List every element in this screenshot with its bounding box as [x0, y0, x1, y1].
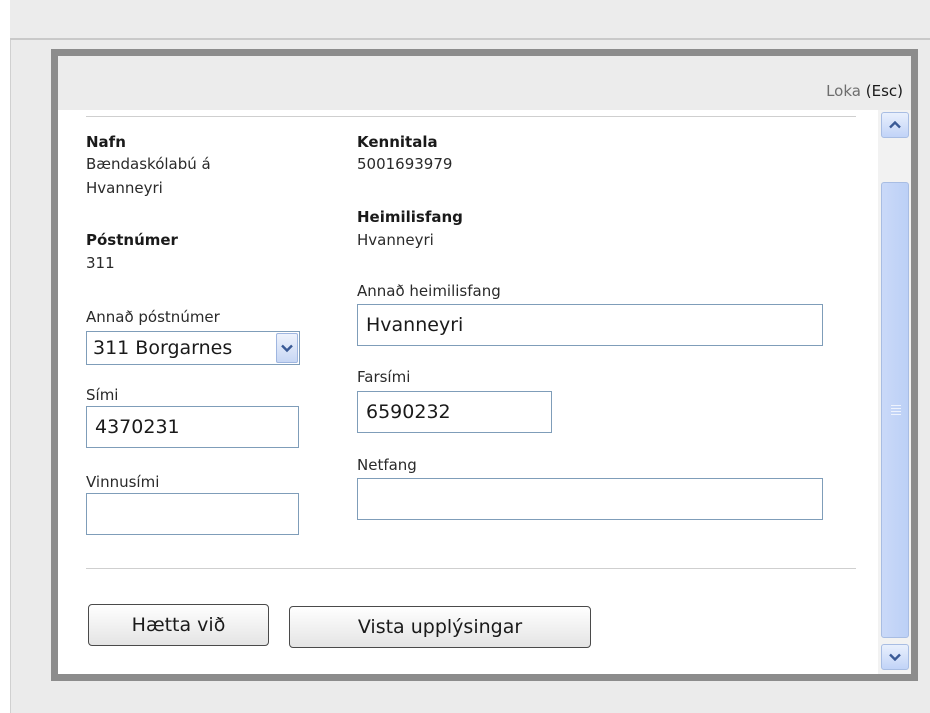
footer-divider	[86, 568, 856, 569]
page-topbar	[10, 0, 930, 40]
phone-input[interactable]	[86, 406, 299, 448]
postal-label: Póstnúmer	[86, 231, 178, 249]
other-postal-label: Annað póstnúmer	[86, 308, 220, 326]
postal-value: 311	[86, 254, 115, 272]
vertical-scrollbar[interactable]	[878, 110, 911, 674]
work-phone-label: Vinnusími	[86, 473, 160, 491]
email-label: Netfang	[357, 456, 417, 474]
address-value: Hvanneyri	[357, 231, 434, 249]
arrow-up-icon[interactable]	[881, 112, 909, 138]
cancel-button[interactable]: Hætta við	[88, 604, 269, 646]
mobile-label: Farsími	[357, 368, 411, 386]
other-postal-selected: 311 Borgarnes	[93, 337, 233, 359]
edit-info-dialog: Loka (Esc) Nafn Bændaskólabú á Hvanneyri…	[51, 49, 918, 681]
chevron-down-icon[interactable]	[276, 333, 298, 363]
scrollbar-thumb[interactable]	[881, 182, 909, 638]
work-phone-input[interactable]	[86, 493, 299, 535]
save-button[interactable]: Vista upplýsingar	[289, 606, 591, 648]
header-divider	[86, 116, 856, 117]
other-address-label: Annað heimilisfang	[357, 282, 501, 300]
dialog-content: Nafn Bændaskólabú á Hvanneyri Póstnúmer …	[58, 56, 878, 674]
other-postal-select[interactable]: 311 Borgarnes	[86, 331, 300, 365]
phone-label: Sími	[86, 386, 119, 404]
email-input[interactable]	[357, 478, 823, 520]
grip-icon	[891, 405, 901, 415]
kennitala-label: Kennitala	[357, 133, 438, 151]
name-label: Nafn	[86, 133, 126, 151]
mobile-input[interactable]	[357, 391, 552, 433]
arrow-down-icon[interactable]	[881, 644, 909, 670]
name-value-line1: Bændaskólabú á	[86, 155, 211, 173]
kennitala-value: 5001693979	[357, 155, 453, 173]
name-value-line2: Hvanneyri	[86, 179, 163, 197]
address-label: Heimilisfang	[357, 208, 463, 226]
other-address-input[interactable]	[357, 304, 823, 346]
